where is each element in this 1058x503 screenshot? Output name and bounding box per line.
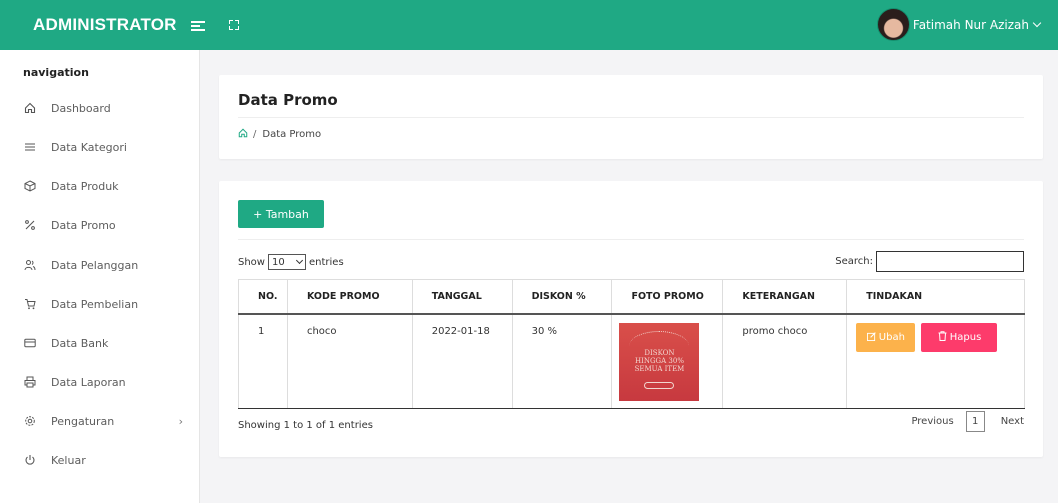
- page-header-card: Data Promo / Data Promo: [219, 75, 1043, 159]
- sidebar-item-keluar[interactable]: Keluar: [23, 448, 193, 472]
- promo-image: DISKON HINGGA 30% SEMUA ITEM: [619, 322, 700, 401]
- edit-icon: [866, 332, 876, 341]
- sidebar-item-label: Data Promo: [51, 218, 116, 232]
- sidebar-item-label: Data Laporan: [51, 375, 126, 389]
- column-header-keterangan[interactable]: KETERANGAN: [722, 279, 847, 315]
- sidebar-item-label: Data Produk: [51, 179, 119, 193]
- cell-tindakan: Ubah Hapus: [846, 313, 1025, 409]
- home-icon: [23, 101, 37, 115]
- sidebar-item-label: Dashboard: [51, 101, 111, 115]
- search-input[interactable]: [876, 251, 1024, 272]
- sidebar-item-label: Data Pembelian: [51, 297, 139, 311]
- table-search: Search:: [835, 251, 1024, 272]
- promo-table: NO. KODE PROMO TANGGAL DISKON % FOTO PRO…: [238, 279, 1025, 409]
- column-header-foto-promo[interactable]: FOTO PROMO: [611, 279, 723, 315]
- gear-icon: [23, 414, 37, 428]
- percent-icon: [23, 218, 37, 232]
- sidebar-item-data-promo[interactable]: Data Promo: [23, 213, 193, 237]
- sidebar-item-data-kategori[interactable]: Data Kategori: [23, 135, 193, 159]
- entries-value: 10: [271, 256, 285, 268]
- entries-label: entries: [308, 256, 344, 268]
- trash-icon: [938, 331, 947, 341]
- power-icon: [23, 453, 37, 467]
- add-promo-button[interactable]: + Tambah: [238, 200, 324, 228]
- promo-table-card: + Tambah Show 10 entries Search: NO. KOD…: [219, 181, 1043, 457]
- divider: [238, 239, 1024, 240]
- sidebar-item-data-pelanggan[interactable]: Data Pelanggan: [23, 253, 193, 277]
- fullscreen-icon[interactable]: [228, 20, 239, 30]
- cell-foto-promo: DISKON HINGGA 30% SEMUA ITEM: [611, 313, 723, 409]
- table-row: 1 choco 2022-01-18 30 % DISKON HINGGA 30…: [238, 313, 1025, 409]
- delete-button[interactable]: Hapus: [921, 322, 998, 352]
- nav-title: navigation: [23, 66, 89, 79]
- delete-button-label: Hapus: [949, 332, 982, 343]
- sidebar-item-dashboard[interactable]: Dashboard: [23, 96, 193, 120]
- cell-tanggal: 2022-01-18: [411, 313, 513, 409]
- table-info: Showing 1 to 1 of 1 entries: [238, 420, 373, 431]
- edit-button-label: Ubah: [878, 332, 905, 343]
- top-navbar: ADMINISTRATOR Fatimah Nur Azizah: [0, 0, 1058, 50]
- list-icon: [23, 140, 37, 154]
- column-header-kode-promo[interactable]: KODE PROMO: [286, 279, 413, 315]
- breadcrumb: / Data Promo: [238, 128, 321, 141]
- sidebar-item-label: Data Pelanggan: [51, 258, 139, 272]
- cell-kode-promo: choco: [286, 313, 413, 409]
- sidebar-item-data-laporan[interactable]: Data Laporan: [23, 370, 193, 394]
- brand-title: ADMINISTRATOR: [33, 15, 177, 34]
- avatar: [876, 8, 910, 41]
- box-icon: [23, 179, 37, 193]
- promo-image-text: DISKON HINGGA 30% SEMUA ITEM: [634, 348, 685, 373]
- chevron-down-icon: [1032, 18, 1042, 27]
- sidebar-item-label: Data Kategori: [51, 140, 127, 154]
- user-menu[interactable]: Fatimah Nur Azizah: [876, 8, 1042, 41]
- user-name: Fatimah Nur Azizah: [912, 17, 1029, 32]
- pagination: Previous 1 Next: [911, 411, 1024, 432]
- sidebar-item-pengaturan[interactable]: Pengaturan ›: [23, 409, 193, 433]
- promo-image-badge: [644, 381, 675, 389]
- show-label: Show: [238, 256, 265, 268]
- sidebar-item-label: Data Bank: [51, 336, 109, 350]
- cell-no: 1: [238, 313, 288, 409]
- column-header-tanggal[interactable]: TANGGAL: [411, 279, 513, 315]
- pagination-previous[interactable]: Previous: [911, 416, 953, 427]
- chevron-right-icon: ›: [178, 414, 183, 428]
- sidebar: navigation Dashboard Data Kategori Data …: [0, 50, 200, 503]
- divider: [238, 117, 1024, 118]
- pagination-page-1[interactable]: 1: [965, 411, 985, 432]
- edit-button[interactable]: Ubah: [856, 323, 916, 352]
- sidebar-item-label: Keluar: [51, 453, 86, 467]
- column-header-diskon[interactable]: DISKON %: [511, 279, 612, 315]
- table-header-row: NO. KODE PROMO TANGGAL DISKON % FOTO PRO…: [238, 279, 1025, 315]
- search-label: Search:: [835, 256, 873, 267]
- cart-icon: [23, 297, 37, 311]
- users-icon: [23, 258, 37, 272]
- sidebar-item-label: Pengaturan: [51, 414, 115, 428]
- home-icon[interactable]: [238, 128, 248, 141]
- breadcrumb-separator: /: [253, 129, 257, 140]
- pagination-next[interactable]: Next: [1001, 416, 1024, 427]
- chevron-down-icon: [295, 256, 304, 265]
- sidebar-item-data-produk[interactable]: Data Produk: [23, 174, 193, 198]
- cell-diskon: 30 %: [511, 313, 612, 409]
- entries-select[interactable]: 10: [267, 254, 306, 270]
- sidebar-item-data-bank[interactable]: Data Bank: [23, 331, 193, 355]
- breadcrumb-current: Data Promo: [262, 129, 322, 140]
- menu-toggle-icon[interactable]: [190, 19, 205, 31]
- printer-icon: [23, 375, 37, 389]
- column-header-tindakan[interactable]: TINDAKAN: [846, 279, 1025, 315]
- card-icon: [23, 336, 37, 350]
- column-header-no[interactable]: NO.: [238, 279, 288, 315]
- sidebar-item-data-pembelian[interactable]: Data Pembelian: [23, 292, 193, 316]
- page-title: Data Promo: [238, 91, 338, 109]
- entries-length-control: Show 10 entries: [238, 254, 344, 270]
- cell-keterangan: promo choco: [722, 313, 847, 409]
